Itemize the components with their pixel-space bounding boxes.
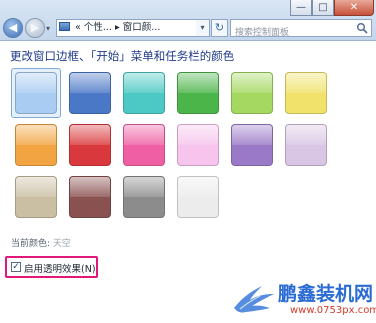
color-swatch-yellow[interactable] (285, 72, 327, 114)
color-swatch-twilight[interactable] (69, 72, 111, 114)
transparency-checkbox[interactable]: ✓ (11, 262, 21, 272)
watermark-title: 鹏鑫装机网 (278, 283, 374, 305)
current-color-label: 当前颜色: (11, 239, 51, 249)
search-icon[interactable] (356, 22, 368, 34)
breadcrumb-window-color[interactable]: 窗口颜... (123, 22, 161, 33)
watermark: 鹏鑫装机网 www.0753px.com (232, 278, 376, 320)
color-swatch-frost[interactable] (177, 176, 219, 218)
search-input[interactable] (235, 26, 353, 40)
recent-pages-dropdown[interactable]: ▾ (46, 24, 50, 33)
address-dropdown-button[interactable]: ▾ (196, 19, 210, 37)
close-button[interactable]: ✕ (334, 0, 374, 16)
color-swatch-violet[interactable] (231, 124, 273, 166)
color-swatch-lavender[interactable] (285, 124, 327, 166)
current-color-row: 当前颜色: 天空 (11, 236, 71, 249)
title-bar: — □ ✕ ◀ ▶ ▾ « 个性... ▸ 窗口颜... ▾ ↻ (0, 0, 376, 41)
forward-button[interactable]: ▶ (25, 18, 45, 38)
color-swatch-grid (11, 68, 345, 232)
maximize-button[interactable]: □ (312, 0, 334, 16)
current-color-value: 天空 (52, 239, 71, 249)
back-button[interactable]: ◀ (3, 18, 23, 38)
color-swatch-sky[interactable] (15, 72, 57, 114)
eagle-logo-icon (234, 286, 274, 313)
color-swatch-chocolate[interactable] (69, 176, 111, 218)
page-heading: 更改窗口边框、「开始」菜单和任务栏的颜色 (10, 49, 235, 63)
breadcrumb-separator[interactable]: ▸ (115, 22, 120, 33)
watermark-url: www.0753px.com (290, 305, 376, 316)
control-panel-icon (59, 22, 70, 31)
color-swatch-light-pink[interactable] (177, 124, 219, 166)
color-swatch-slate[interactable] (123, 176, 165, 218)
search-box[interactable] (230, 19, 372, 40)
breadcrumb-personalization[interactable]: 个性... (84, 22, 112, 33)
minimize-button[interactable]: — (290, 0, 312, 16)
transparency-highlight: ✓ 启用透明效果(N) (5, 256, 98, 278)
color-swatch-leaf[interactable] (177, 72, 219, 114)
color-swatch-pink[interactable] (123, 124, 165, 166)
address-bar[interactable]: « 个性... ▸ 窗口颜... (56, 19, 198, 37)
color-swatch-sea[interactable] (123, 72, 165, 114)
color-swatch-taupe[interactable] (15, 176, 57, 218)
address-overflow-chevron[interactable]: « (75, 22, 81, 33)
color-swatch-orange[interactable] (15, 124, 57, 166)
transparency-label[interactable]: 启用透明效果(N) (24, 261, 96, 275)
color-swatch-lime[interactable] (231, 72, 273, 114)
color-swatch-red[interactable] (69, 124, 111, 166)
refresh-button[interactable]: ↻ (211, 19, 228, 37)
